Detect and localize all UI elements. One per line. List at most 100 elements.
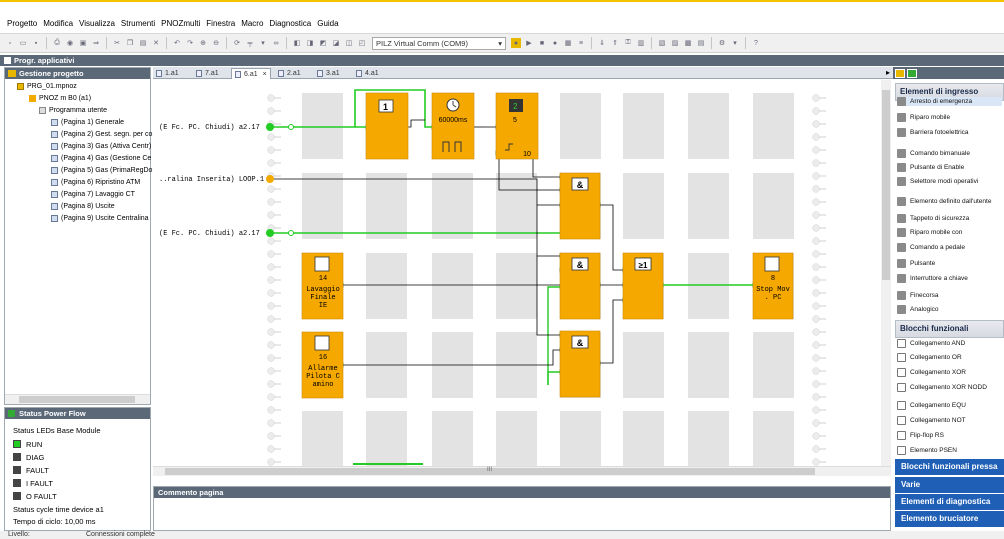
tool-c-icon[interactable]: ◩ (318, 38, 328, 48)
logic-diagram-canvas[interactable]: 1 60000ms 2 5 10 & & & ≥1 14 Lavaggio Fi… (153, 80, 881, 466)
input-element-item[interactable]: Comando bimanuale (897, 149, 1002, 158)
refresh-icon[interactable]: ⟳ (232, 38, 242, 48)
menu-macro[interactable]: Macro (238, 19, 266, 28)
menu-strumenti[interactable]: Strumenti (118, 19, 158, 28)
tool-i-icon[interactable]: ▩ (683, 38, 693, 48)
help-icon[interactable]: ? (751, 38, 761, 48)
menu-finestra[interactable]: Finestra (203, 19, 238, 28)
output-block-16[interactable]: 16 Allarme Pilota Camino (301, 331, 344, 399)
tree-node-page[interactable]: (Pagina 6) Ripristino ATM (51, 179, 140, 186)
tool-d-icon[interactable]: ◪ (331, 38, 341, 48)
logic-diagram[interactable]: 1 60000ms 2 5 10 & & & ≥1 14 Lavaggio Fi… (153, 80, 881, 466)
input-element-item[interactable]: Arresto di emergenza (897, 97, 1002, 106)
tab-page-7[interactable]: 7.a1 (193, 68, 227, 79)
cut-icon[interactable]: ✂ (112, 38, 122, 48)
redo-icon[interactable]: ↷ (185, 38, 195, 48)
counter-block[interactable]: 2 5 10 (495, 92, 539, 160)
key-icon[interactable]: ⚿ (623, 38, 633, 48)
chart-icon[interactable]: ≡ (576, 38, 586, 48)
scroll-right-icon[interactable]: ▸ (886, 68, 890, 77)
programs-tab[interactable]: Progr. applicativi (0, 55, 1004, 66)
tool-b-icon[interactable]: ◨ (305, 38, 315, 48)
align-icon[interactable]: ╤ (245, 38, 255, 48)
open-folder-icon[interactable]: ▭ (18, 38, 28, 48)
dropdown-arrow-icon[interactable]: ▾ (258, 38, 268, 48)
tab-page-1[interactable]: 1.a1 (153, 68, 187, 79)
canvas-vertical-scrollbar[interactable] (881, 80, 891, 466)
tree-node-program[interactable]: Programma utente (39, 107, 107, 114)
lock-icon[interactable]: ▣ (78, 38, 88, 48)
canvas-horizontal-scrollbar[interactable]: III (153, 466, 891, 476)
input-element-item[interactable]: Analogico (897, 305, 1002, 314)
input-element-item[interactable]: Riparo mobile con (897, 228, 1002, 237)
tool-e-icon[interactable]: ◫ (344, 38, 354, 48)
download-icon[interactable]: ⇓ (597, 38, 607, 48)
tree-node-page[interactable]: (Pagina 4) Gas (Gestione Ce (51, 155, 151, 162)
burner-element-bar[interactable]: Elemento bruciatore (895, 511, 1004, 527)
function-block-item[interactable]: Collegamento NOT (897, 416, 1002, 425)
tab-page-4[interactable]: 4.a1 (353, 68, 387, 79)
tree-node-page[interactable]: (Pagina 5) Gas (PrimaRegDo (51, 167, 152, 174)
function-block-item[interactable]: Elemento PSEN (897, 446, 1002, 455)
flip-flop-block[interactable]: 1 (365, 92, 409, 160)
output-block-14[interactable]: 14 Lavaggio Finale IE (301, 252, 344, 320)
zoom-in-icon[interactable]: ⊕ (198, 38, 208, 48)
press-function-blocks-bar[interactable]: Blocchi funzionali pressa (895, 459, 1004, 475)
zoom-out-icon[interactable]: ⊖ (211, 38, 221, 48)
elements-view-alt-icon[interactable] (907, 68, 917, 78)
and-gate-block[interactable]: & (559, 172, 601, 240)
input-element-item[interactable]: Elemento definito dall'utente (897, 197, 1002, 206)
tree-node-page[interactable]: (Pagina 1) Generale (51, 119, 124, 126)
or-gate-block[interactable]: ≥1 (622, 252, 664, 320)
tree-node-page[interactable]: (Pagina 7) Lavaggio CT (51, 191, 135, 198)
tree-horizontal-scrollbar[interactable] (5, 394, 150, 404)
export-icon[interactable]: ⇒ (91, 38, 101, 48)
stop-icon[interactable]: ■ (537, 38, 547, 48)
tree-node-project[interactable]: PRG_01.mpnoz (17, 83, 77, 90)
function-block-item[interactable]: Collegamento AND (897, 339, 1002, 348)
input-element-item[interactable]: Riparo mobile (897, 113, 1002, 122)
and-gate-block[interactable]: & (559, 330, 601, 398)
new-file-icon[interactable]: ▫ (5, 38, 15, 48)
input-terminal-active[interactable] (266, 123, 274, 131)
print-preview-icon[interactable]: ◉ (65, 38, 75, 48)
timer-block[interactable]: 60000ms (431, 92, 475, 160)
tree-node-device[interactable]: PNOZ m B0 (a1) (29, 95, 91, 102)
play-icon[interactable]: ▶ (524, 38, 534, 48)
function-block-item[interactable]: Collegamento OR (897, 353, 1002, 362)
tool-a-icon[interactable]: ◧ (292, 38, 302, 48)
tool-j-icon[interactable]: ▤ (696, 38, 706, 48)
tool-f-icon[interactable]: ◰ (357, 38, 367, 48)
input-terminal-active[interactable] (266, 229, 274, 237)
scrollbar-thumb[interactable] (882, 90, 890, 280)
input-element-item[interactable]: Finecorsa (897, 291, 1002, 300)
function-block-item[interactable]: Collegamento XOR NODD (897, 383, 1002, 392)
tool-h-icon[interactable]: ▨ (670, 38, 680, 48)
settings-icon[interactable]: ⚙ (717, 38, 727, 48)
delete-icon[interactable]: ✕ (151, 38, 161, 48)
menu-progetto[interactable]: Progetto (4, 19, 40, 28)
save-icon[interactable]: ▪ (31, 38, 41, 48)
menu-pnozmulti[interactable]: PNOZmulti (158, 19, 203, 28)
upload-icon[interactable]: ⇑ (610, 38, 620, 48)
diagnostic-elements-bar[interactable]: Elementi di diagnostica (895, 494, 1004, 510)
input-element-item[interactable]: Barriera fotoelettrica (897, 128, 1002, 137)
input-terminal[interactable] (266, 175, 274, 183)
connect-icon[interactable]: ● (511, 38, 521, 48)
record-icon[interactable]: ● (550, 38, 560, 48)
tab-page-2[interactable]: 2.a1 (275, 68, 309, 79)
print-icon[interactable]: ⎙ (52, 38, 62, 48)
input-element-item[interactable]: Selettore modi operativi (897, 177, 1002, 186)
input-element-item[interactable]: Comando a pedale (897, 243, 1002, 252)
input-element-item[interactable]: Interruttore a chiave (897, 274, 1002, 283)
monitor-icon[interactable]: ▦ (563, 38, 573, 48)
paste-icon[interactable]: ▤ (138, 38, 148, 48)
function-block-item[interactable]: Collegamento XOR (897, 368, 1002, 377)
function-block-item[interactable]: Collegamento EQU (897, 401, 1002, 410)
scrollbar-thumb[interactable] (19, 396, 135, 403)
menu-visualizza[interactable]: Visualizza (76, 19, 118, 28)
copy-icon[interactable]: ❐ (125, 38, 135, 48)
tree-node-page[interactable]: (Pagina 3) Gas (Attiva Centr) (51, 143, 151, 150)
connection-select[interactable]: PILZ Virtual Comm (COM9) ▾ (372, 36, 506, 50)
scrollbar-thumb[interactable]: III (165, 467, 815, 475)
